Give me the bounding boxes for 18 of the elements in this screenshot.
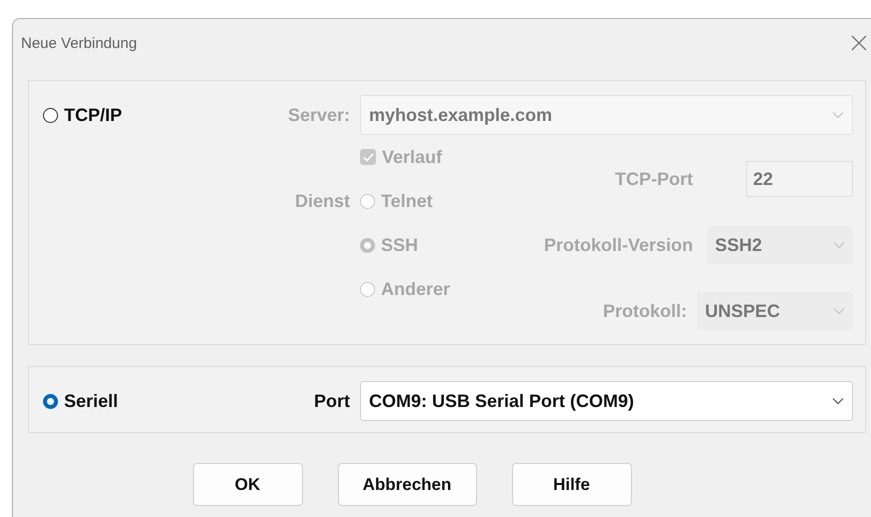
tcp-port-label: TCP-Port (615, 168, 693, 190)
port-combo[interactable]: COM9: USB Serial Port (COM9) (360, 381, 853, 421)
chevron-icon (833, 241, 845, 249)
server-label: Server: (288, 104, 350, 126)
chevron-icon (832, 397, 844, 405)
window-title: Neue Verbindung (21, 34, 137, 52)
serial-radio[interactable]: Seriell (43, 390, 243, 412)
protocol-label: Protokoll: (603, 300, 687, 322)
chevron-icon (833, 307, 845, 315)
close-icon[interactable] (851, 35, 867, 51)
cancel-button[interactable]: Abbrechen (338, 463, 476, 506)
port-label: Port (314, 390, 350, 412)
checkmark-icon (362, 152, 374, 162)
protocol-version-label: Protokoll-Version (544, 234, 693, 256)
service-label: Dienst (294, 190, 350, 212)
help-button[interactable]: Hilfe (512, 463, 632, 506)
ok-button[interactable]: OK (192, 463, 302, 506)
chevron-icon (832, 111, 844, 119)
